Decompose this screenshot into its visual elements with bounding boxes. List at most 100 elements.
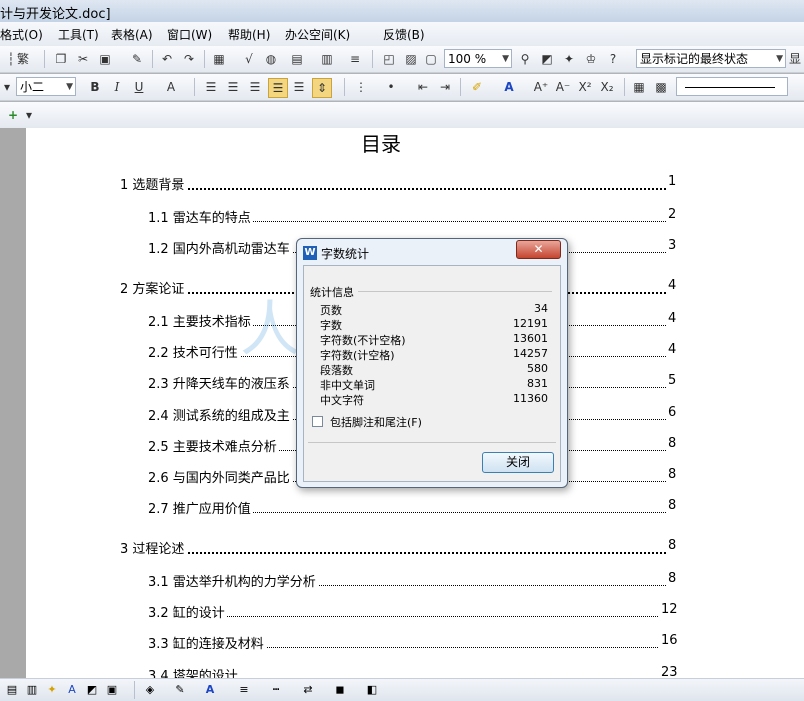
superscript-icon[interactable]: X² bbox=[576, 78, 594, 96]
decrease-indent-icon[interactable]: ⇤ bbox=[414, 78, 432, 96]
wordart-icon[interactable]: A bbox=[64, 682, 80, 698]
toc-entry-text: 3.4 塔架的设计 bbox=[148, 665, 240, 678]
format-painter-icon[interactable]: ✎ bbox=[128, 50, 146, 68]
toc-entry-text: 3.2 缸的设计 bbox=[148, 602, 227, 621]
shadow-icon[interactable]: ◼ bbox=[332, 682, 348, 698]
drawing-icon[interactable]: ◰ bbox=[380, 50, 398, 68]
increase-indent-icon[interactable]: ⇥ bbox=[436, 78, 454, 96]
toc-page-number: 4 bbox=[666, 278, 677, 293]
text-color-icon[interactable]: A bbox=[202, 682, 218, 698]
align-center-icon[interactable]: ☰ bbox=[224, 78, 242, 96]
menu-item[interactable]: 工具(T) bbox=[58, 26, 99, 43]
formula-icon[interactable]: √ bbox=[240, 50, 258, 68]
dialog-titlebar[interactable]: W 字数统计 ✕ bbox=[297, 239, 567, 263]
menu-item[interactable]: 办公空间(K) bbox=[285, 26, 350, 43]
document-map-icon[interactable]: ▨ bbox=[402, 50, 420, 68]
shading-icon[interactable]: ▩ bbox=[652, 78, 670, 96]
numbering-icon[interactable]: ⋮ bbox=[352, 78, 370, 96]
fill-color-icon[interactable]: ◈ bbox=[142, 682, 158, 698]
font-size-select[interactable]: 小二 ▼ bbox=[16, 77, 76, 96]
italic-button[interactable]: I bbox=[108, 78, 126, 96]
justify-icon[interactable]: ☰ bbox=[268, 78, 288, 98]
bullets-icon[interactable]: • bbox=[382, 78, 400, 96]
align-left-icon[interactable]: ☰ bbox=[202, 78, 220, 96]
picture-icon[interactable]: ▣ bbox=[104, 682, 120, 698]
stat-name: 中文字符 bbox=[320, 394, 364, 407]
toc-entry-text: 2.7 推广应用价值 bbox=[148, 498, 253, 517]
stat-value: 580 bbox=[527, 362, 548, 375]
toc-entry[interactable]: 1 选题背景 1 bbox=[26, 174, 804, 194]
dialog-title: 字数统计 bbox=[321, 247, 370, 261]
line-spacing-icon[interactable]: ⇕ bbox=[312, 78, 332, 98]
insert-table-icon[interactable]: ▤ bbox=[288, 50, 306, 68]
toc-entry[interactable]: 3.2 缸的设计 12 bbox=[26, 602, 804, 622]
line-style-preview bbox=[685, 87, 775, 88]
highlight-icon[interactable]: ✐ bbox=[468, 78, 486, 96]
template-icon[interactable]: ✦ bbox=[560, 50, 578, 68]
grow-font-icon[interactable]: A⁺ bbox=[532, 78, 550, 96]
traditional-chinese-icon[interactable]: 繁 bbox=[14, 50, 32, 68]
bold-button[interactable]: B bbox=[86, 78, 104, 96]
close-dialog-button[interactable]: 关闭 bbox=[482, 452, 554, 473]
subscript-icon[interactable]: X₂ bbox=[598, 78, 616, 96]
cut-icon[interactable]: ✂ bbox=[74, 50, 92, 68]
toc-entry[interactable]: 1.1 雷达车的特点 2 bbox=[26, 207, 804, 227]
menu-item[interactable]: 窗口(W) bbox=[167, 26, 212, 43]
menu-item[interactable]: 表格(A) bbox=[111, 26, 153, 43]
show-markup-button[interactable]: 显 bbox=[788, 50, 802, 68]
find-icon[interactable]: ⚲ bbox=[516, 50, 534, 68]
line-style-select[interactable] bbox=[676, 77, 788, 96]
include-footnotes-label[interactable]: 包括脚注和尾注(F) bbox=[330, 414, 422, 430]
toc-entry-text: 1.1 雷达车的特点 bbox=[148, 207, 253, 226]
undo-icon[interactable]: ↶ bbox=[158, 50, 176, 68]
include-footnotes-checkbox[interactable] bbox=[312, 416, 323, 427]
textbox-icon[interactable]: ▤ bbox=[4, 682, 20, 698]
arrow-style-icon[interactable]: ⇄ bbox=[300, 682, 316, 698]
columns-icon[interactable]: ▥ bbox=[318, 50, 336, 68]
align-right-icon[interactable]: ☰ bbox=[246, 78, 264, 96]
3d-style-icon[interactable]: ◧ bbox=[364, 682, 380, 698]
clipart-icon[interactable]: ✦ bbox=[44, 682, 60, 698]
close-button[interactable]: ✕ bbox=[516, 240, 561, 259]
vertical-textbox-icon[interactable]: ▥ bbox=[24, 682, 40, 698]
border-icon[interactable]: ▦ bbox=[630, 78, 648, 96]
toc-entry-text: 2.6 与国内外同类产品比 bbox=[148, 467, 292, 486]
table-icon[interactable]: ▦ bbox=[210, 50, 228, 68]
font-color-icon[interactable]: A bbox=[500, 78, 518, 96]
help-icon[interactable]: ? bbox=[604, 50, 622, 68]
menu-item[interactable]: 帮助(H) bbox=[228, 26, 270, 43]
formatting-toolbar: ▾ 小二 ▼ B I U A ☰ ☰ ☰ ☰ ☰ ⇕ ⋮ • ⇤ ⇥ ✐ A A… bbox=[0, 74, 804, 101]
word-icon[interactable]: ◩ bbox=[538, 50, 556, 68]
toc-page-number: 8 bbox=[666, 467, 677, 482]
chevron-down-icon[interactable]: ▾ bbox=[2, 78, 12, 96]
line-style-icon[interactable]: ≡ bbox=[236, 682, 252, 698]
toc-entry[interactable]: 3 过程论述 8 bbox=[26, 538, 804, 558]
paste-icon[interactable]: ▣ bbox=[96, 50, 114, 68]
toc-entry[interactable]: 3.4 塔架的设计 23 bbox=[26, 665, 804, 678]
add-icon[interactable]: + bbox=[4, 106, 22, 124]
diagram-icon[interactable]: ◩ bbox=[84, 682, 100, 698]
align-icon[interactable]: ≡ bbox=[346, 50, 364, 68]
zoom-select[interactable]: 100 % ▼ bbox=[444, 49, 512, 68]
redo-icon[interactable]: ↷ bbox=[180, 50, 198, 68]
font-effect-icon[interactable]: A bbox=[162, 78, 180, 96]
markup-view-select[interactable]: 显示标记的最终状态 ▼ bbox=[636, 49, 786, 68]
shirt-icon[interactable]: ♔ bbox=[582, 50, 600, 68]
line-color-icon[interactable]: ✎ bbox=[172, 682, 188, 698]
distributed-icon[interactable]: ☰ bbox=[290, 78, 308, 96]
underline-button[interactable]: U bbox=[130, 78, 148, 96]
toc-entry[interactable]: 2.7 推广应用价值 8 bbox=[26, 498, 804, 518]
stat-name: 段落数 bbox=[320, 364, 353, 377]
toc-entry[interactable]: 3.1 雷达举升机构的力学分析 8 bbox=[26, 571, 804, 591]
stat-row: 字符数(不计空格) 13601 bbox=[320, 332, 548, 347]
toc-entry[interactable]: 3.3 缸的连接及材料 16 bbox=[26, 633, 804, 653]
copy-icon[interactable]: ❐ bbox=[52, 50, 70, 68]
shrink-font-icon[interactable]: A⁻ bbox=[554, 78, 572, 96]
dash-style-icon[interactable]: ┅ bbox=[268, 682, 284, 698]
stat-name: 字符数(计空格) bbox=[320, 349, 395, 362]
menu-item[interactable]: 格式(O) bbox=[0, 26, 43, 43]
show-hide-icon[interactable]: ▢ bbox=[422, 50, 440, 68]
menu-item[interactable]: 反馈(B) bbox=[383, 26, 425, 43]
hyperlink-icon[interactable]: ◍ bbox=[262, 50, 280, 68]
chevron-down-icon[interactable]: ▾ bbox=[24, 106, 34, 124]
